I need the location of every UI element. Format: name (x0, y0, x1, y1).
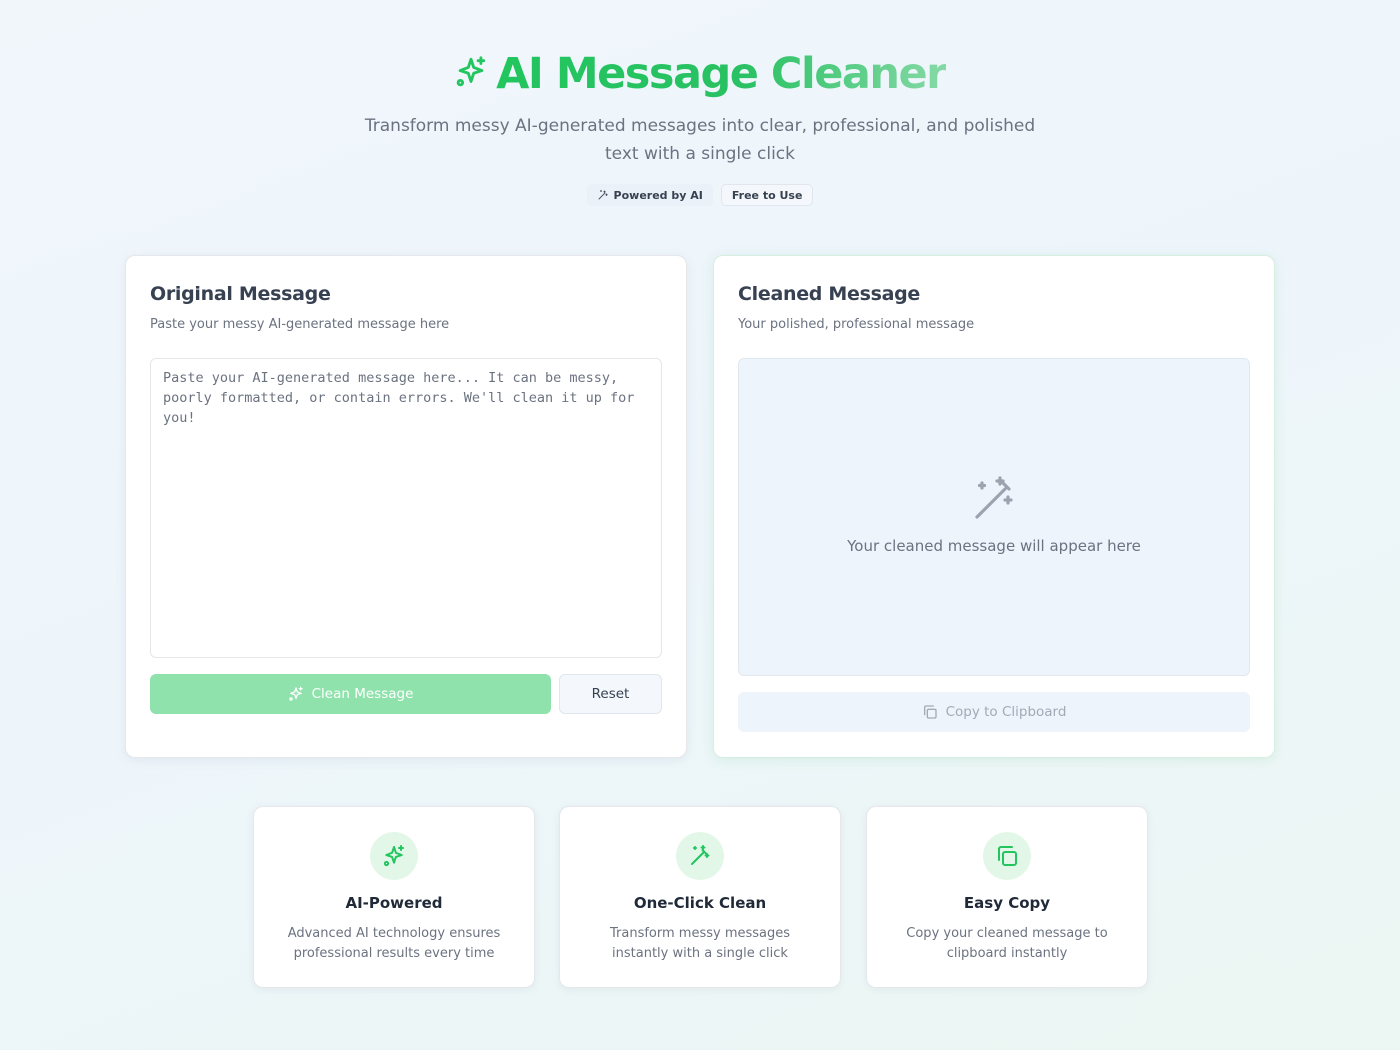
message-input[interactable] (150, 358, 662, 658)
wand-icon (970, 475, 1018, 523)
feature-card-one-click-clean: One-Click Clean Transform messy messages… (559, 806, 841, 988)
cleaned-output-area: Your cleaned message will appear here (738, 358, 1250, 676)
page-title: AI Message Cleaner (496, 49, 947, 99)
cleaned-card-description: Your polished, professional message (738, 317, 975, 332)
feature-card-easy-copy: Easy Copy Copy your cleaned message to c… (866, 806, 1148, 988)
badge-row: Powered by AI Free to Use (0, 184, 1400, 206)
original-message-card: Original Message Paste your messy AI-gen… (125, 255, 687, 758)
wand-icon (597, 189, 609, 201)
clean-message-button[interactable]: Clean Message (150, 674, 551, 714)
wand-icon (676, 832, 724, 880)
reset-button[interactable]: Reset (559, 674, 662, 714)
page-subtitle: Transform messy AI-generated messages in… (364, 116, 1036, 164)
feature-description: Transform messy messages instantly with … (609, 926, 791, 961)
copy-icon (922, 704, 938, 720)
original-card-title: Original Message (150, 283, 331, 305)
feature-card-ai-powered: AI-Powered Advanced AI technology ensure… (253, 806, 535, 988)
cleaned-card-title: Cleaned Message (738, 283, 921, 305)
badge-free-to-use: Free to Use (720, 184, 814, 206)
badge-powered-by-ai: Powered by AI (586, 184, 713, 206)
clean-message-label: Clean Message (311, 686, 414, 702)
badge-label: Powered by AI (613, 188, 703, 202)
feature-description: Advanced AI technology ensures professio… (287, 926, 501, 961)
sparkles-icon (454, 55, 488, 93)
cleaned-message-card: Cleaned Message Your polished, professio… (713, 255, 1275, 758)
copy-to-clipboard-button[interactable]: Copy to Clipboard (738, 692, 1250, 732)
sparkles-icon (288, 686, 304, 702)
sparkles-icon (370, 832, 418, 880)
feature-description: Copy your cleaned message to clipboard i… (906, 926, 1108, 961)
original-card-description: Paste your messy AI-generated message he… (150, 317, 450, 332)
title-row: AI Message Cleaner (0, 44, 1400, 104)
copy-label: Copy to Clipboard (945, 704, 1067, 720)
feature-title: AI-Powered (345, 894, 443, 912)
feature-title: Easy Copy (963, 894, 1051, 912)
badge-label: Free to Use (731, 188, 803, 202)
copy-icon (983, 832, 1031, 880)
feature-title: One-Click Clean (633, 894, 767, 912)
cleaned-empty-text: Your cleaned message will appear here (847, 537, 1141, 555)
